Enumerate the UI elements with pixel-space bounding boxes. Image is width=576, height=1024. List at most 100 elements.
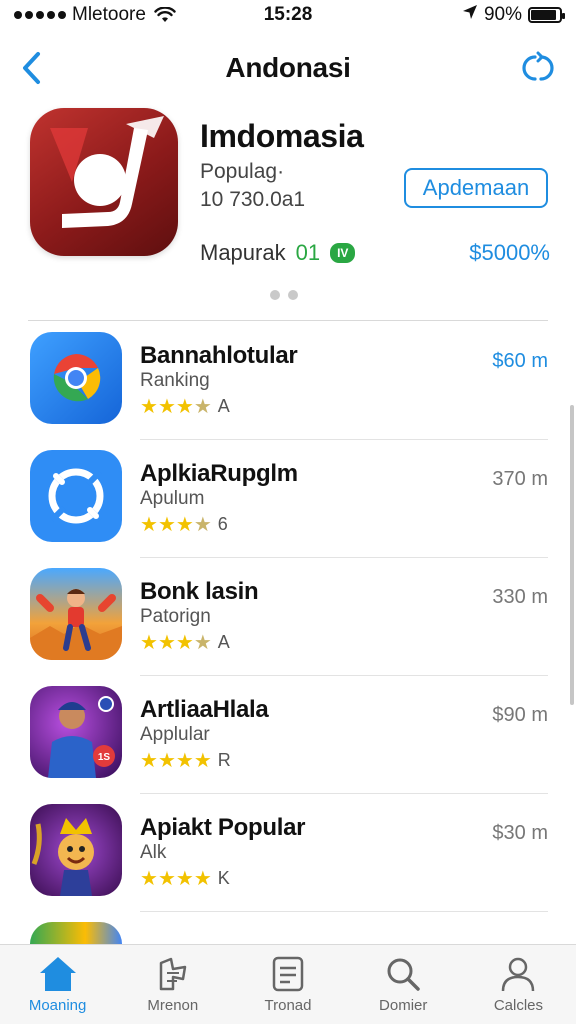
rank-badge: IV [330, 243, 356, 263]
location-arrow-icon [462, 4, 478, 26]
battery-icon [528, 7, 565, 23]
star-rating: ★★★★ 6 [140, 512, 228, 537]
tab-search[interactable]: Domier [346, 945, 461, 1024]
star-icon: ★ [175, 750, 194, 772]
tab-bar: Moaning Mrenon Tronad Domier Calcles [0, 944, 576, 1024]
app-name: Bonk lasin [140, 578, 259, 605]
rating-stars: ★★★★ [140, 748, 212, 773]
back-button[interactable] [12, 48, 52, 88]
star-icon: ★ [140, 514, 158, 536]
star-rating: ★★★★ K [140, 866, 230, 891]
app-category: Alk [140, 842, 167, 863]
tab-games[interactable]: Mrenon [115, 945, 230, 1024]
get-app-button[interactable]: Apdemaan [404, 168, 548, 208]
scrollbar[interactable] [570, 405, 574, 705]
navigation-bar: Andonasi [0, 40, 576, 96]
star-icon: ★ [157, 868, 176, 890]
signal-strength-icon [14, 11, 66, 19]
app-category: Ranking [140, 370, 210, 391]
app-price: $60 m [492, 350, 548, 372]
rating-stars: ★★★★ [140, 630, 212, 655]
battery-level [531, 10, 557, 20]
tab-label: Mrenon [147, 997, 199, 1014]
search-icon [383, 953, 423, 995]
star-icon: ★ [193, 396, 212, 418]
star-icon: ★ [175, 396, 194, 418]
list-item[interactable]: Bonk lasin Patorign ★★★★ A 330 m [0, 558, 576, 676]
svg-text:1S: 1S [98, 752, 111, 763]
app-price: $30 m [492, 822, 548, 844]
featured-price: $5000% [469, 240, 550, 265]
rating-stars: ★★★★ [140, 512, 212, 537]
list-item[interactable]: Bannahlotular Ranking ★★★★ A $60 m [0, 322, 576, 440]
list-item[interactable]: 1S ArtliaaHlala Applular ★★★★ R $90 m [0, 676, 576, 794]
divider [28, 320, 548, 321]
rating-label: R [217, 750, 231, 770]
king-game-icon [30, 804, 122, 896]
tab-profile[interactable]: Calcles [461, 945, 576, 1024]
page-dot[interactable] [288, 290, 298, 300]
wifi-icon [154, 7, 176, 23]
tab-home[interactable]: Moaning [0, 945, 115, 1024]
page-title: Andonasi [225, 52, 351, 83]
app-name: ArtliaaHlala [140, 696, 269, 723]
games-icon [153, 953, 193, 995]
featured-app-title: Imdomasia [200, 118, 364, 154]
featured-app-count: 10 730.0a1 [200, 188, 306, 211]
app-category: Applular [140, 724, 210, 745]
tab-label: Calcles [493, 997, 543, 1014]
star-icon: ★ [140, 750, 158, 772]
star-icon: ★ [193, 750, 212, 772]
list-item[interactable]: Apiakt Popular Alk ★★★★ K $30 m [0, 794, 576, 912]
star-icon: ★ [157, 750, 176, 772]
app-name: Apiakt Popular [140, 814, 306, 841]
star-rating: ★★★★ A [140, 630, 230, 655]
app-name: Bannahlotular [140, 342, 298, 369]
tab-label: Tronad [264, 997, 312, 1014]
tab-list[interactable]: Tronad [230, 945, 345, 1024]
rating-label: A [217, 396, 230, 416]
tab-label: Domier [379, 997, 428, 1014]
page-dot[interactable] [270, 290, 280, 300]
star-icon: ★ [140, 632, 158, 654]
featured-app-subtitle: Populag· [200, 160, 285, 183]
app-price: 330 m [492, 586, 548, 608]
star-icon: ★ [175, 632, 194, 654]
battery-percent: 90% [483, 4, 522, 25]
star-icon: ★ [140, 396, 158, 418]
list-item[interactable]: AplkiaRupglm Apulum ★★★★ 6 370 m [0, 440, 576, 558]
sync-icon [30, 450, 122, 542]
refresh-icon [522, 51, 554, 81]
rating-label: A [217, 632, 230, 652]
featured-rank: Mapurak 01 IV [200, 240, 356, 266]
star-icon: ★ [193, 514, 212, 536]
chevron-left-icon [23, 52, 40, 84]
featured-app-icon[interactable] [30, 108, 178, 256]
chrome-icon [30, 332, 122, 424]
app-list: Bannahlotular Ranking ★★★★ A $60 m Aplkia… [0, 322, 576, 1024]
home-icon [38, 953, 78, 995]
app-category: Apulum [140, 488, 205, 509]
app-price: 370 m [492, 468, 548, 490]
carrier-name: Mletoore [72, 4, 146, 25]
app-category: Patorign [140, 606, 211, 627]
runner-game-icon [30, 568, 122, 660]
rating-label: 6 [217, 514, 228, 534]
star-rating: ★★★★ R [140, 748, 231, 773]
rating-label: K [217, 868, 230, 888]
page-indicator[interactable] [270, 290, 298, 300]
star-icon: ★ [157, 632, 176, 654]
rating-stars: ★★★★ [140, 394, 212, 419]
star-icon: ★ [157, 396, 176, 418]
star-icon: ★ [157, 514, 176, 536]
tab-label: Moaning [28, 997, 87, 1014]
character-game-icon: 1S [30, 686, 122, 778]
rank-label: Mapurak [200, 240, 286, 265]
star-icon: ★ [140, 868, 158, 890]
star-icon: ★ [193, 632, 212, 654]
star-icon: ★ [193, 868, 212, 890]
refresh-button[interactable] [516, 48, 560, 88]
app-name: AplkiaRupglm [140, 460, 298, 487]
status-bar: Mletoore 15:28 90% [0, 0, 576, 30]
star-icon: ★ [175, 514, 194, 536]
